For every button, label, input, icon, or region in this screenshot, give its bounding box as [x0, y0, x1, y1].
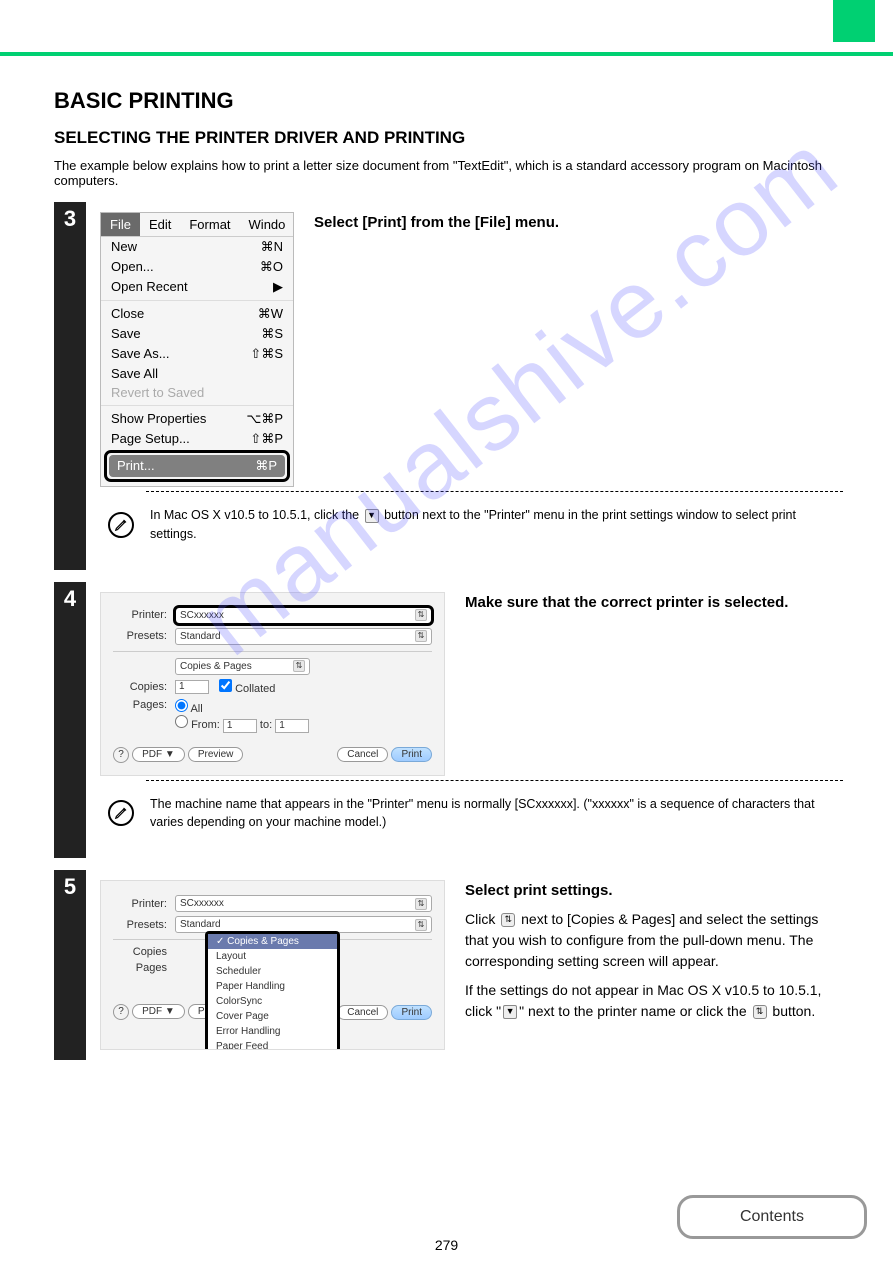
- pages-label: Pages:: [113, 699, 175, 711]
- dropdown-item[interactable]: Layout: [208, 949, 337, 964]
- menu-item-print[interactable]: Print... ⌘P: [109, 455, 285, 477]
- section-select[interactable]: Copies & Pages⇅: [175, 658, 310, 675]
- menubar: File Edit Format Windo: [101, 213, 293, 237]
- collated-label: Collated: [235, 683, 275, 695]
- menubar-format[interactable]: Format: [180, 213, 239, 236]
- menu-item-open-recent[interactable]: Open Recent▶: [101, 277, 293, 297]
- dropdown-item[interactable]: Paper Handling: [208, 979, 337, 994]
- dropdown-item[interactable]: ColorSync: [208, 994, 337, 1009]
- help-button[interactable]: ?: [113, 747, 129, 763]
- contents-button[interactable]: Contents: [677, 1195, 867, 1239]
- menu-item-revert: Revert to Saved: [101, 383, 293, 402]
- step-5: 5 Printer: SCxxxxxx⇅ Presets: Standard⇅ …: [54, 870, 843, 1060]
- pages-label: Pages: [113, 962, 175, 974]
- pdf-button[interactable]: PDF ▼: [132, 747, 185, 762]
- to-input[interactable]: 1: [275, 719, 309, 733]
- pdf-button[interactable]: PDF ▼: [132, 1004, 185, 1019]
- menu-item-save-as[interactable]: Save As...⇧⌘S: [101, 344, 293, 364]
- dropdown-item[interactable]: Copies & Pages: [208, 934, 337, 949]
- updown-icon: ⇅: [753, 1005, 767, 1019]
- preview-button[interactable]: Preview: [188, 747, 244, 762]
- step-4: 4 Printer: SCxxxxxx⇅ Presets: Standard⇅ …: [54, 582, 843, 859]
- step5-text2: If the settings do not appear in Mac OS …: [465, 980, 843, 1022]
- step4-note: The machine name that appears in the "Pr…: [100, 785, 843, 849]
- all-label: All: [190, 703, 202, 715]
- step-number: 5: [54, 874, 86, 900]
- disclosure-down-icon: ▼: [365, 509, 379, 523]
- help-button[interactable]: ?: [113, 1004, 129, 1020]
- updown-icon: ⇅: [293, 660, 305, 672]
- copies-label: Copies: [113, 946, 175, 958]
- pencil-icon: [108, 512, 134, 538]
- updown-icon: ⇅: [501, 913, 515, 927]
- copies-input[interactable]: 1: [175, 680, 209, 694]
- page-title: BASIC PRINTING: [54, 88, 893, 114]
- menubar-window[interactable]: Windo: [240, 213, 295, 236]
- pages-all-radio[interactable]: [175, 699, 188, 712]
- note-text: The machine name that appears in the "Pr…: [150, 795, 843, 833]
- updown-icon: ⇅: [415, 919, 427, 931]
- copies-label: Copies:: [113, 681, 175, 693]
- section-subtitle: SELECTING THE PRINTER DRIVER AND PRINTIN…: [54, 128, 893, 148]
- menu-item-new[interactable]: New⌘N: [101, 237, 293, 257]
- step-number: 4: [54, 586, 86, 612]
- menu-item-show-properties[interactable]: Show Properties⌥⌘P: [101, 409, 293, 429]
- disclosure-down-icon: ▼: [503, 1005, 517, 1019]
- divider: [146, 780, 843, 781]
- pages-from-radio[interactable]: [175, 715, 188, 728]
- file-menu-mock: File Edit Format Windo New⌘N Open...⌘O O…: [100, 212, 294, 487]
- printer-select[interactable]: SCxxxxxx⇅: [175, 895, 432, 912]
- menu-item-save[interactable]: Save⌘S: [101, 324, 293, 344]
- menu-item-save-all[interactable]: Save All: [101, 364, 293, 383]
- printer-label: Printer:: [113, 609, 175, 621]
- note-text: In Mac OS X v10.5 to 10.5.1, click the ▼…: [150, 506, 843, 544]
- presets-label: Presets:: [113, 630, 175, 642]
- step5-text1: Click ⇅ next to [Copies & Pages] and sel…: [465, 909, 843, 972]
- page-number: 279: [435, 1237, 458, 1253]
- updown-icon: ⇅: [415, 898, 427, 910]
- step3-note: In Mac OS X v10.5 to 10.5.1, click the ▼…: [100, 496, 843, 560]
- menu-item-open[interactable]: Open...⌘O: [101, 257, 293, 277]
- step3-heading: Select [Print] from the [File] menu.: [314, 212, 843, 235]
- step-3: 3 File Edit Format Windo New⌘N Open...⌘O…: [54, 202, 843, 570]
- menu-item-close[interactable]: Close⌘W: [101, 304, 293, 324]
- updown-icon: ⇅: [415, 630, 427, 642]
- step5-heading: Select print settings.: [465, 880, 843, 903]
- dropdown-item[interactable]: Cover Page: [208, 1009, 337, 1024]
- cancel-button[interactable]: Cancel: [337, 747, 388, 762]
- print-dialog-dropdown: Printer: SCxxxxxx⇅ Presets: Standard⇅ Co…: [100, 880, 445, 1050]
- print-dialog: Printer: SCxxxxxx⇅ Presets: Standard⇅ Co…: [100, 592, 445, 776]
- step-number: 3: [54, 206, 86, 232]
- presets-label: Presets:: [113, 919, 175, 931]
- menubar-edit[interactable]: Edit: [140, 213, 180, 236]
- dropdown-item[interactable]: Error Handling: [208, 1024, 337, 1039]
- intro-text: The example below explains how to print …: [54, 158, 843, 188]
- printer-select[interactable]: SCxxxxxx⇅: [175, 607, 432, 624]
- menu-item-print-highlight: Print... ⌘P: [104, 450, 290, 482]
- printer-label: Printer:: [113, 898, 175, 910]
- header-line: [0, 52, 893, 56]
- to-label: to:: [260, 719, 272, 731]
- collated-checkbox[interactable]: [219, 679, 232, 692]
- dropdown-item[interactable]: Scheduler: [208, 964, 337, 979]
- section-dropdown-open: Copies & Pages Layout Scheduler Paper Ha…: [205, 931, 340, 1050]
- menu-item-page-setup[interactable]: Page Setup...⇧⌘P: [101, 429, 293, 449]
- presets-select[interactable]: Standard⇅: [175, 628, 432, 645]
- header-ribbon: [0, 0, 893, 56]
- menubar-file[interactable]: File: [101, 213, 140, 236]
- pencil-icon: [108, 800, 134, 826]
- from-label: From:: [191, 719, 220, 731]
- section-tab: [833, 0, 875, 42]
- cancel-button[interactable]: Cancel: [337, 1005, 388, 1020]
- print-button[interactable]: Print: [391, 747, 432, 762]
- print-button[interactable]: Print: [391, 1005, 432, 1020]
- dropdown-item[interactable]: Paper Feed: [208, 1039, 337, 1050]
- divider: [146, 491, 843, 492]
- step4-heading: Make sure that the correct printer is se…: [465, 592, 843, 615]
- updown-icon: ⇅: [415, 609, 427, 621]
- from-input[interactable]: 1: [223, 719, 257, 733]
